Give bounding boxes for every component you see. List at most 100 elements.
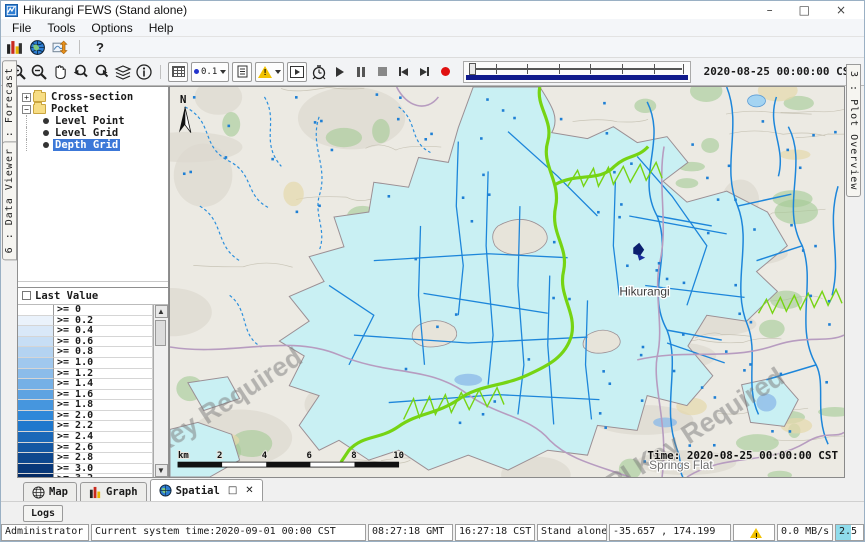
tab-spatial[interactable]: Spatial □ ✕ [150, 479, 263, 501]
legend-swatch [18, 400, 54, 411]
legend-label: >= 0 [54, 305, 153, 316]
legend-icon [237, 65, 248, 78]
chevron-down-icon [275, 70, 281, 74]
time-slider[interactable] [463, 61, 690, 83]
tree-node-label[interactable]: Level Point [53, 115, 127, 127]
legend-row: >= 3.2 [18, 474, 153, 477]
legend-swatch [18, 305, 54, 316]
scale-unit: km [178, 451, 189, 461]
stop-button[interactable] [373, 63, 391, 81]
pause-button[interactable] [352, 63, 370, 81]
step-back-button[interactable] [394, 63, 412, 81]
grid-display-button[interactable] [168, 62, 188, 82]
pan-hand-icon[interactable] [51, 63, 69, 81]
status-gmt-time: 08:27:18 GMT [368, 524, 453, 541]
close-button[interactable]: × [836, 3, 846, 17]
status-warning-cell[interactable]: ! [733, 524, 775, 541]
toolbar-main: ? [1, 37, 864, 57]
map-time-label: Time: 2020-08-25 00:00:00 CST [647, 449, 838, 462]
toolbar-separator [79, 40, 80, 54]
tree-node-label[interactable]: Level Grid [53, 127, 120, 139]
threshold-dot-icon [194, 69, 199, 74]
bar-chart-icon [89, 486, 102, 499]
tree-node-depth-grid[interactable]: Depth Grid [22, 139, 168, 151]
collapse-icon[interactable]: − [22, 105, 31, 114]
legend-toggle-button[interactable] [232, 62, 252, 82]
logs-row: Logs [1, 502, 864, 524]
play-button[interactable] [331, 63, 349, 81]
expand-icon[interactable]: + [22, 93, 31, 102]
legend-label: >= 3.2 [54, 474, 153, 477]
last-value-checkbox[interactable] [22, 291, 31, 300]
legend-table: >= 0>= 0.2>= 0.4>= 0.6>= 0.8>= 1.0>= 1.2… [18, 305, 153, 477]
menu-help[interactable]: Help [142, 20, 181, 36]
menu-options[interactable]: Options [84, 20, 139, 36]
threshold-dropdown[interactable]: 0.1 [191, 62, 229, 82]
menubar: File Tools Options Help [1, 19, 864, 37]
right-dock-strip: 3 : Plot Overview [845, 86, 864, 478]
tree-node-label[interactable]: Cross-section [49, 91, 135, 103]
menu-file[interactable]: File [5, 20, 38, 36]
grid-icon [172, 66, 185, 77]
tree-node-label-selected[interactable]: Depth Grid [53, 139, 120, 151]
chevron-down-icon [220, 70, 226, 74]
record-button[interactable] [436, 63, 454, 81]
legend-swatch [18, 390, 54, 401]
status-memory[interactable]: 2.5 GB [835, 524, 864, 541]
legend-swatch [18, 411, 54, 422]
svg-text:4: 4 [262, 451, 267, 461]
tab-graph[interactable]: Graph [80, 482, 147, 501]
zoom-next-icon[interactable] [93, 63, 111, 81]
logs-button[interactable]: Logs [23, 505, 63, 522]
tab-map[interactable]: Map [23, 482, 77, 501]
spatial-display-icon[interactable] [52, 40, 69, 55]
node-bullet-icon [43, 130, 49, 136]
svg-text:8: 8 [351, 451, 356, 461]
legend-panel: Last Value >= 0>= 0.2>= 0.4>= 0.6>= 0.8>… [18, 287, 168, 477]
tab-restore-button[interactable]: □ [228, 485, 237, 496]
database-explorer-icon[interactable] [6, 40, 23, 55]
legend-row: >= 1.0 [18, 358, 153, 369]
current-time-display: 2020-08-25 00:00:00 CST [700, 65, 860, 78]
legend-row: >= 0 [18, 305, 153, 316]
menu-tools[interactable]: Tools [40, 20, 82, 36]
timer-clock-icon[interactable] [310, 63, 328, 81]
node-bullet-icon [43, 118, 49, 124]
legend-scrollbar[interactable]: ▲ ▼ [153, 305, 168, 477]
tree-node-pocket[interactable]: − Pocket [22, 103, 168, 115]
tree-node-label[interactable]: Pocket [49, 103, 91, 115]
tab-data-viewer[interactable]: 6 : Data Viewer [2, 141, 17, 260]
thresholds-warning-dropdown[interactable]: ! [255, 62, 284, 82]
zoom-out-icon[interactable] [30, 63, 48, 81]
globe-map-icon[interactable] [29, 40, 46, 55]
time-slider-thumb[interactable] [469, 63, 476, 75]
tree-node-level-point[interactable]: Level Point [22, 115, 168, 127]
step-forward-button[interactable] [415, 63, 433, 81]
svg-text:2: 2 [217, 451, 222, 461]
tree-node-cross-section[interactable]: + Cross-section [22, 91, 168, 103]
scroll-down-button[interactable]: ▼ [155, 464, 168, 477]
help-button[interactable]: ? [90, 40, 110, 55]
legend-swatch [18, 369, 54, 380]
folder-icon [33, 92, 46, 102]
globe-wire-icon [32, 486, 45, 499]
tree-node-level-grid[interactable]: Level Grid [22, 127, 168, 139]
tab-close-button[interactable]: ✕ [245, 485, 253, 496]
scroll-up-button[interactable]: ▲ [155, 305, 168, 318]
info-icon[interactable] [135, 63, 153, 81]
legend-swatch [18, 443, 54, 454]
zoom-previous-icon[interactable] [72, 63, 90, 81]
animation-player-button[interactable] [287, 62, 307, 82]
tab-spatial-label: Spatial [176, 485, 220, 497]
left-dock-strip: 5 : Forecast 6 : Data Viewer [1, 86, 17, 478]
svg-text:10: 10 [393, 451, 404, 461]
legend-swatch [18, 474, 54, 477]
layers-icon[interactable] [114, 63, 132, 81]
scrollbar-thumb[interactable] [155, 320, 166, 346]
minimize-button[interactable]: – [767, 3, 773, 17]
north-label: N [180, 93, 187, 106]
tab-plot-overview[interactable]: 3 : Plot Overview [846, 64, 861, 197]
spatial-map[interactable]: API Key Required API Key Required Hikura… [169, 86, 845, 478]
maximize-button[interactable]: □ [799, 3, 810, 17]
folder-icon [33, 104, 46, 114]
